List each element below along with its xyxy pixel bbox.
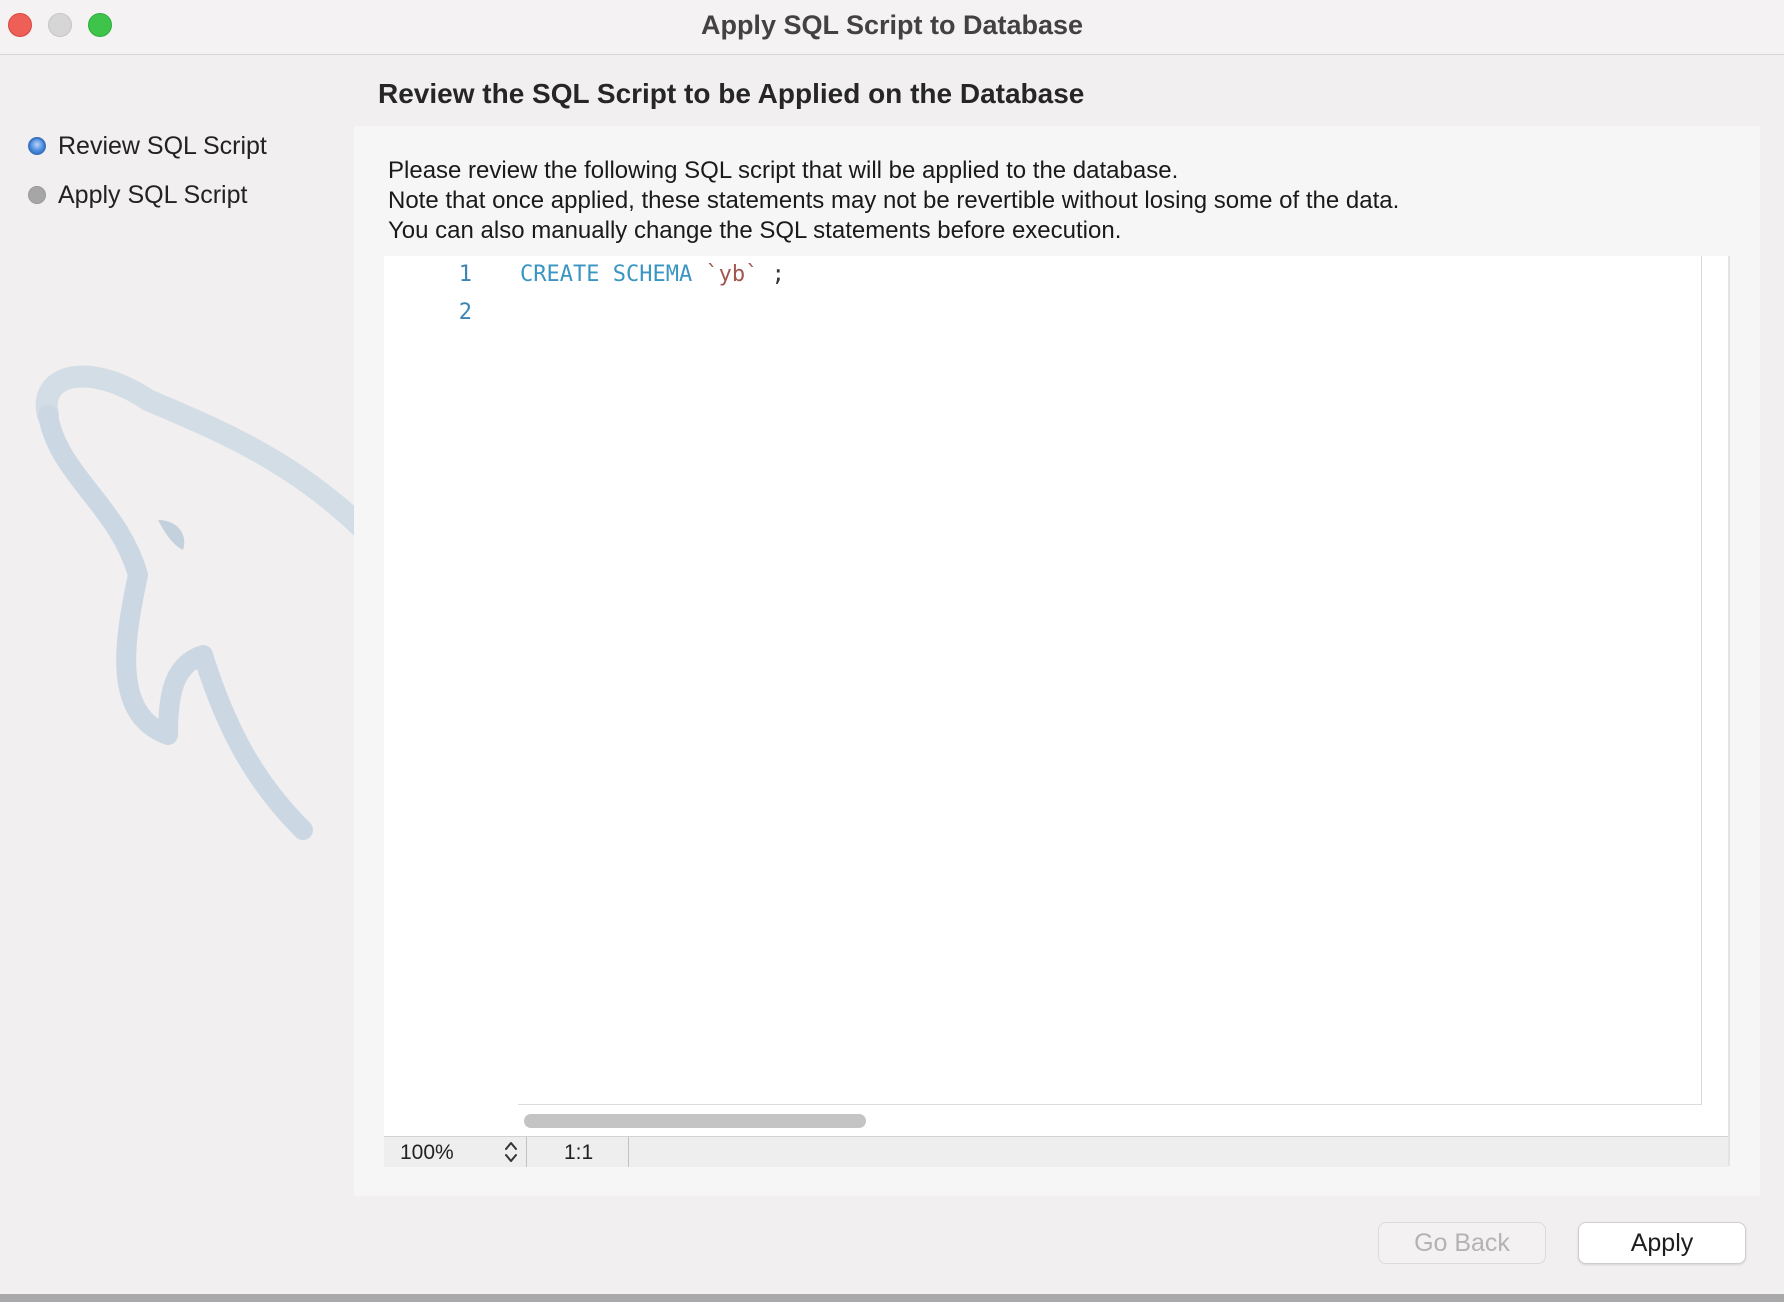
- zoom-stepper-icon[interactable]: [502, 1139, 520, 1165]
- cursor-position: 1:1: [564, 1141, 594, 1164]
- step-label: Apply SQL Script: [58, 180, 248, 209]
- description-line: Please review the following SQL script t…: [388, 157, 1179, 184]
- horizontal-scrollbar[interactable]: [524, 1114, 866, 1128]
- status-divider: [526, 1137, 527, 1167]
- status-divider: [628, 1137, 629, 1167]
- window-title: Apply SQL Script to Database: [700, 10, 1084, 40]
- mysql-dolphin-watermark-icon: [35, 365, 388, 840]
- sql-keyword: CREATE SCHEMA: [520, 262, 693, 287]
- description-line: You can also manually change the SQL sta…: [388, 217, 1122, 244]
- go-back-button[interactable]: Go Back: [1378, 1222, 1546, 1264]
- title-bar: Apply SQL Script to Database: [0, 0, 1784, 55]
- editor-status-bar: 100% 1:1: [384, 1136, 1728, 1167]
- zoom-level[interactable]: 100%: [400, 1141, 454, 1165]
- editor-bottom-divider: [518, 1104, 1702, 1105]
- step-review-sql-script: Review SQL Script: [28, 129, 267, 163]
- active-step-indicator-icon: [28, 137, 46, 155]
- code-text[interactable]: CREATE SCHEMA `yb` ;: [520, 262, 785, 287]
- step-apply-sql-script: Apply SQL Script: [28, 178, 247, 212]
- wizard-steps-sidebar: Review SQL Script Apply SQL Script: [0, 55, 388, 1235]
- code-line[interactable]: 2: [384, 294, 1684, 330]
- code-line[interactable]: 1 CREATE SCHEMA `yb` ;: [384, 256, 1684, 292]
- line-number: 1: [458, 262, 472, 287]
- inactive-step-indicator-icon: [28, 186, 46, 204]
- description-line: Note that once applied, these statements…: [388, 187, 1400, 214]
- step-label: Review SQL Script: [58, 131, 267, 160]
- page-title: Review the SQL Script to be Applied on t…: [378, 78, 1085, 109]
- apply-button[interactable]: Apply: [1578, 1222, 1746, 1264]
- sql-identifier: `yb`: [705, 262, 759, 287]
- line-number: 2: [458, 300, 472, 325]
- sql-editor[interactable]: 1 CREATE SCHEMA `yb` ; 2 100% 1:1: [384, 256, 1730, 1167]
- editor-vertical-divider: [1701, 256, 1702, 1104]
- sql-terminator: ;: [771, 262, 785, 287]
- dialog-window: Apply SQL Script to Database Review SQL …: [0, 0, 1784, 1302]
